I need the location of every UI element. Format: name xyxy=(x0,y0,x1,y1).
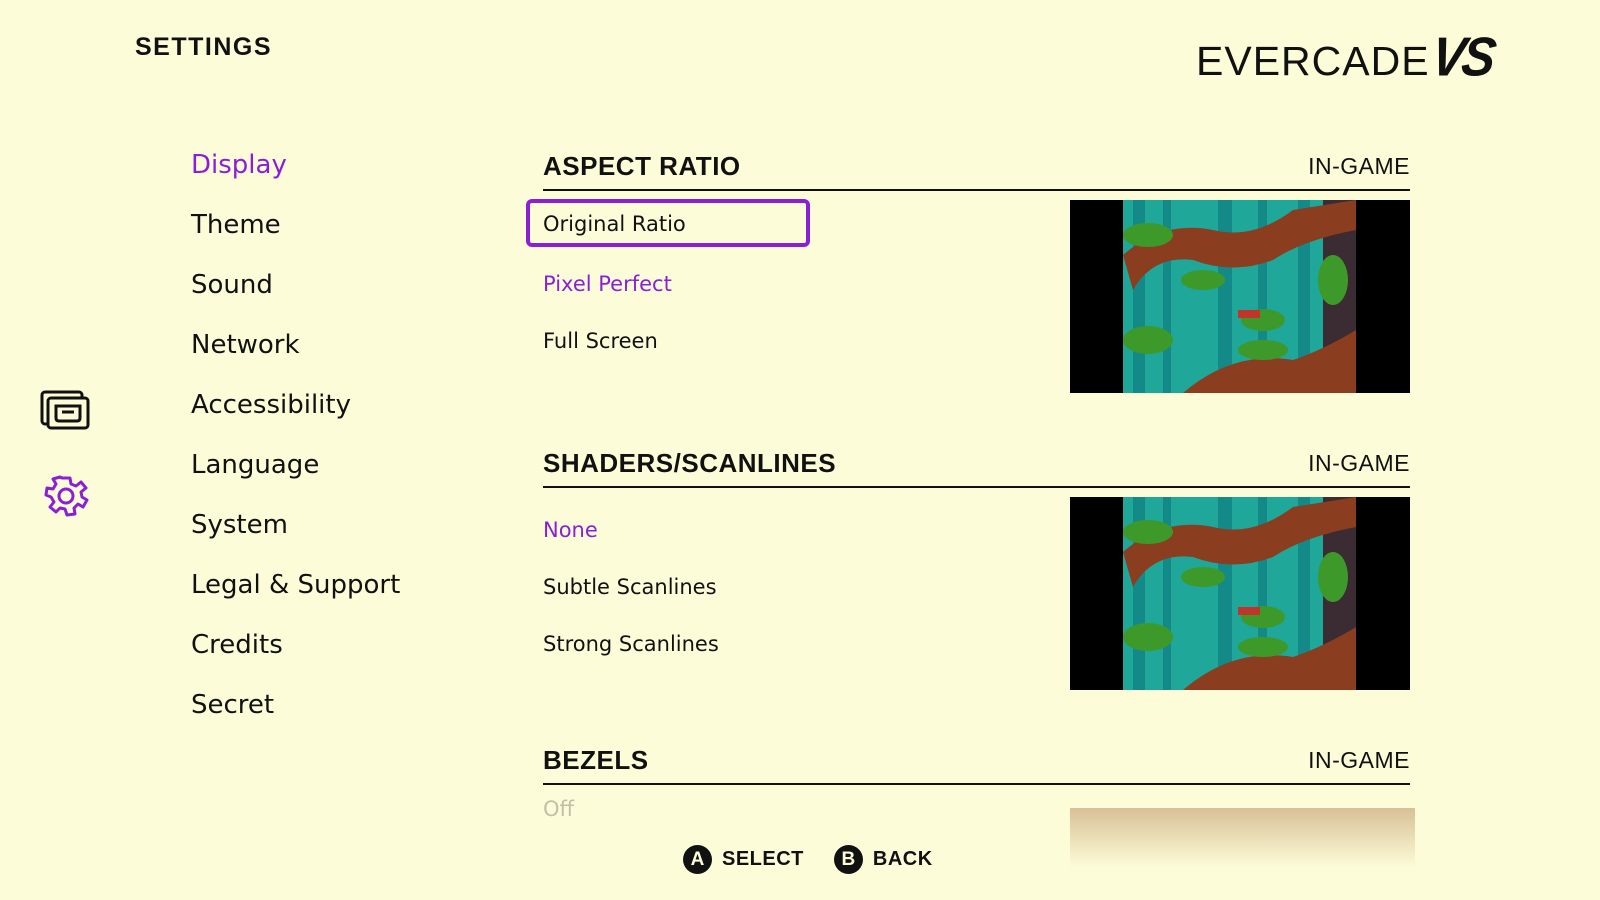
section-header: BEZELS IN-GAME xyxy=(543,737,1410,785)
section-header: SHADERS/SCANLINES IN-GAME xyxy=(543,440,1410,488)
option-full-screen[interactable]: Full Screen xyxy=(543,313,1023,370)
option-list: None Subtle Scanlines Strong Scanlines xyxy=(543,502,1023,673)
section-tag: IN-GAME xyxy=(1308,449,1410,476)
menu-item-legal-support[interactable]: Legal & Support xyxy=(191,566,400,626)
menu-item-credits[interactable]: Credits xyxy=(191,626,400,686)
b-button-icon: B xyxy=(833,845,863,874)
menu-item-system[interactable]: System xyxy=(191,506,400,566)
page-title: SETTINGS xyxy=(135,33,273,61)
select-hint[interactable]: A SELECT xyxy=(683,845,804,874)
menu-item-accessibility[interactable]: Accessibility xyxy=(191,386,400,446)
aspect-ratio-section: ASPECT RATIO IN-GAME Original Ratio Pixe… xyxy=(526,143,1410,413)
bezels-preview-partial xyxy=(1070,808,1415,868)
section-header: ASPECT RATIO IN-GAME xyxy=(543,143,1410,191)
option-original-ratio[interactable]: Original Ratio xyxy=(526,199,1023,256)
shaders-preview xyxy=(1070,497,1410,690)
menu-item-theme[interactable]: Theme xyxy=(191,206,400,266)
brand-wordmark: EVERCADE xyxy=(1196,38,1430,84)
aspect-ratio-preview xyxy=(1070,200,1410,393)
menu-item-language[interactable]: Language xyxy=(191,446,400,506)
section-tag: IN-GAME xyxy=(1308,746,1410,773)
option-off[interactable]: Off xyxy=(543,789,1023,819)
section-tag: IN-GAME xyxy=(1308,152,1410,179)
option-strong-scanlines[interactable]: Strong Scanlines xyxy=(543,616,1023,673)
menu-item-sound[interactable]: Sound xyxy=(191,266,400,326)
option-list: Off xyxy=(543,789,1023,819)
button-hints: A SELECT B BACK xyxy=(683,845,933,874)
select-label: SELECT xyxy=(722,848,804,870)
option-none[interactable]: None xyxy=(543,502,1023,559)
section-title: SHADERS/SCANLINES xyxy=(543,447,837,478)
option-pixel-perfect[interactable]: Pixel Perfect xyxy=(543,256,1023,313)
option-list: Original Ratio Pixel Perfect Full Screen xyxy=(526,199,1023,370)
menu-item-display[interactable]: Display xyxy=(191,146,400,206)
brand-vs-mark: VS xyxy=(1427,26,1497,88)
evercade-vs-logo: EVERCADE VS xyxy=(1196,26,1497,88)
menu-item-secret[interactable]: Secret xyxy=(191,686,400,746)
back-hint[interactable]: B BACK xyxy=(833,845,933,874)
settings-menu: Display Theme Sound Network Accessibilit… xyxy=(191,146,400,746)
gear-icon[interactable] xyxy=(40,474,90,522)
a-button-icon: A xyxy=(683,845,712,874)
section-title: ASPECT RATIO xyxy=(543,150,741,181)
section-title: BEZELS xyxy=(543,744,649,775)
cartridge-icon[interactable] xyxy=(40,388,90,434)
shaders-scanlines-section: SHADERS/SCANLINES IN-GAME None Subtle Sc… xyxy=(543,440,1410,710)
menu-item-network[interactable]: Network xyxy=(191,326,400,386)
back-label: BACK xyxy=(872,848,933,870)
option-subtle-scanlines[interactable]: Subtle Scanlines xyxy=(543,559,1023,616)
